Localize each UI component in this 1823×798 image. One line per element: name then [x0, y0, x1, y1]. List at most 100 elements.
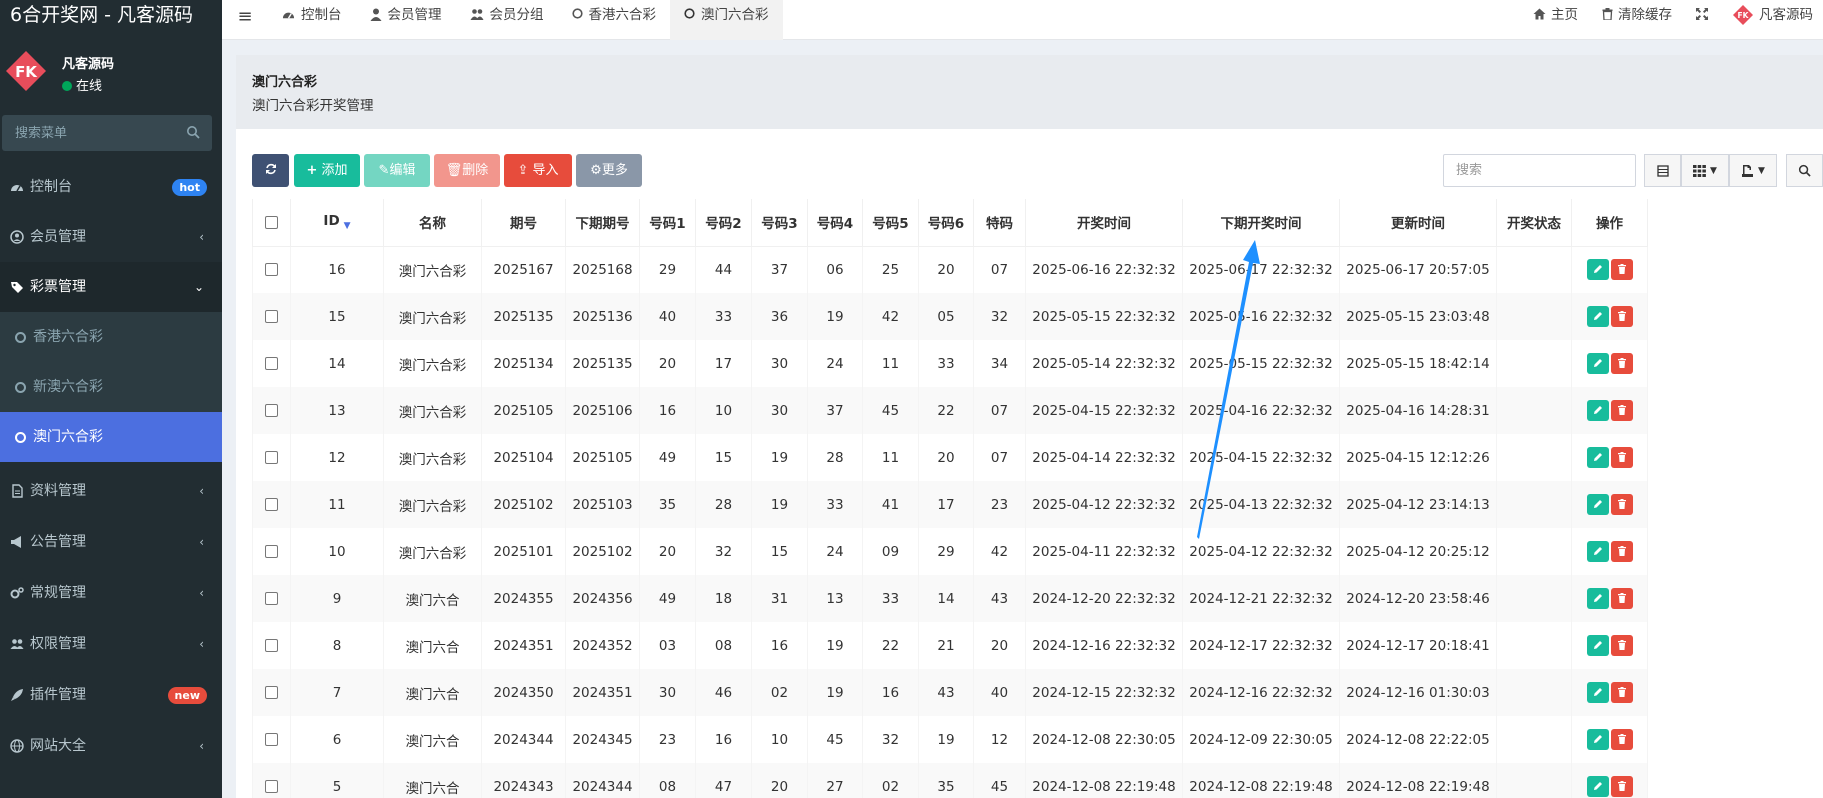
- select-all-checkbox[interactable]: [265, 215, 278, 229]
- user-menu[interactable]: FK 凡客源码: [1720, 0, 1823, 40]
- row-select-cell[interactable]: [252, 528, 291, 575]
- row-edit-button[interactable]: [1586, 353, 1609, 374]
- row-delete-button[interactable]: [1610, 729, 1633, 750]
- row-edit-button[interactable]: [1586, 729, 1609, 750]
- table-row[interactable]: 10 澳门六合彩 2025101 2025102 20 32 15 24 09 29 42 2025-…: [252, 528, 1648, 575]
- column-header[interactable]: ID ▼: [290, 199, 384, 247]
- table-row[interactable]: 8 澳门六合 2024351 2024352 03 08 16 19 22 21 20 2024-12…: [252, 622, 1648, 669]
- row-checkbox[interactable]: [265, 545, 278, 558]
- table-row[interactable]: 6 澳门六合 2024344 2024345 23 16 10 45 32 19 12 2024-12…: [252, 716, 1648, 763]
- row-delete-button[interactable]: [1610, 306, 1633, 327]
- row-edit-button[interactable]: [1586, 682, 1609, 703]
- tab-dashboard[interactable]: 控制台: [268, 0, 356, 40]
- row-delete-button[interactable]: [1610, 588, 1633, 609]
- menu-search-input[interactable]: [2, 115, 172, 151]
- table-row[interactable]: 12 澳门六合彩 2025104 2025105 49 15 19 28 11 20 07 2025-…: [252, 434, 1648, 481]
- columns-dropdown-button[interactable]: ▼: [1681, 154, 1729, 187]
- sidebar-item-general[interactable]: 常规管理 ‹: [0, 568, 222, 619]
- table-row[interactable]: 11 澳门六合彩 2025102 2025103 35 28 19 33 41 17 23 2025-…: [252, 481, 1648, 528]
- submenu-item-hk[interactable]: 香港六合彩: [0, 312, 222, 362]
- row-checkbox[interactable]: [265, 310, 278, 323]
- row-select-cell[interactable]: [252, 622, 291, 669]
- search-button[interactable]: [1786, 154, 1823, 187]
- table-row[interactable]: 13 澳门六合彩 2025105 2025106 16 10 30 37 45 22 07 2025-…: [252, 387, 1648, 434]
- clear-cache-button[interactable]: 清除缓存: [1590, 0, 1684, 40]
- tab-members[interactable]: 会员管理: [356, 0, 456, 40]
- row-select-cell[interactable]: [252, 669, 291, 716]
- delete-button[interactable]: 🗑删除: [434, 154, 500, 187]
- row-select-cell[interactable]: [252, 246, 291, 293]
- table-row[interactable]: 14 澳门六合彩 2025134 2025135 20 17 30 24 11 33 34 2025-…: [252, 340, 1648, 387]
- row-delete-button[interactable]: [1610, 259, 1633, 281]
- tab-hk-lottery[interactable]: 香港六合彩: [558, 0, 671, 40]
- row-edit-button[interactable]: [1586, 447, 1609, 468]
- row-checkbox[interactable]: [265, 686, 278, 699]
- row-delete-button[interactable]: [1610, 353, 1633, 374]
- row-edit-button[interactable]: [1586, 776, 1609, 797]
- sidebar-item-lottery[interactable]: 彩票管理 ⌄: [0, 262, 222, 312]
- row-edit-button[interactable]: [1586, 635, 1609, 656]
- row-select-cell[interactable]: [252, 340, 291, 387]
- submenu-item-macau[interactable]: 澳门六合彩: [0, 412, 222, 462]
- sort-desc-icon[interactable]: ▼: [344, 221, 351, 231]
- row-checkbox[interactable]: [265, 357, 278, 370]
- export-dropdown-button[interactable]: ▼: [1729, 154, 1777, 187]
- menu-toggle-icon[interactable]: ≡: [222, 0, 268, 40]
- row-delete-button[interactable]: [1610, 635, 1633, 656]
- search-icon[interactable]: [186, 125, 200, 139]
- row-delete-button[interactable]: [1610, 400, 1633, 421]
- row-edit-button[interactable]: [1586, 494, 1609, 515]
- sidebar-item-dashboard[interactable]: 控制台 hot: [0, 162, 222, 212]
- row-checkbox[interactable]: [265, 404, 278, 417]
- row-checkbox[interactable]: [265, 639, 278, 652]
- row-select-cell[interactable]: [252, 293, 291, 340]
- select-all-cell[interactable]: [252, 199, 291, 247]
- row-select-cell[interactable]: [252, 387, 291, 434]
- row-edit-button[interactable]: [1586, 400, 1609, 421]
- row-delete-button[interactable]: [1610, 541, 1633, 562]
- row-checkbox[interactable]: [265, 451, 278, 464]
- sidebar-item-permission[interactable]: 权限管理 ‹: [0, 619, 222, 670]
- brand-title[interactable]: 6合开奖网 - 凡客源码: [0, 0, 222, 33]
- toggle-view-button[interactable]: [1644, 154, 1681, 187]
- row-select-cell[interactable]: [252, 434, 291, 481]
- row-edit-button[interactable]: [1586, 259, 1609, 281]
- row-checkbox[interactable]: [265, 780, 278, 793]
- row-select-cell[interactable]: [252, 575, 291, 622]
- add-button[interactable]: + 添加: [294, 154, 360, 187]
- tab-macau-lottery[interactable]: 澳门六合彩: [670, 0, 783, 40]
- row-select-cell[interactable]: [252, 481, 291, 528]
- refresh-button[interactable]: [252, 154, 289, 187]
- table-row[interactable]: 9 澳门六合 2024355 2024356 49 18 31 13 33 14 43 2024-12…: [252, 575, 1648, 622]
- table-row[interactable]: 15 澳门六合彩 2025135 2025136 40 33 36 19 42 05 32 2025-…: [252, 293, 1648, 340]
- table-row[interactable]: 16 澳门六合彩 2025167 2025168 29 44 37 06 25 20 07 2025-…: [252, 246, 1648, 293]
- import-button[interactable]: ⇪ 导入: [504, 154, 572, 187]
- row-delete-button[interactable]: [1610, 776, 1633, 797]
- tab-member-groups[interactable]: 会员分组: [456, 0, 558, 40]
- row-select-cell[interactable]: [252, 716, 291, 763]
- row-checkbox[interactable]: [265, 263, 278, 277]
- row-delete-button[interactable]: [1610, 682, 1633, 703]
- sidebar-item-websites[interactable]: 网站大全 ‹: [0, 721, 222, 772]
- edit-button[interactable]: ✎编辑: [364, 154, 430, 187]
- fullscreen-button[interactable]: [1684, 0, 1720, 40]
- table-row[interactable]: 5 澳门六合 2024343 2024344 08 47 20 27 02 35 45 2024-12…: [252, 763, 1648, 798]
- more-button[interactable]: ⚙更多: [576, 154, 642, 187]
- row-checkbox[interactable]: [265, 592, 278, 605]
- row-edit-button[interactable]: [1586, 306, 1609, 327]
- table-search-input[interactable]: [1443, 154, 1636, 187]
- row-edit-button[interactable]: [1586, 541, 1609, 562]
- submenu-item-new-macau[interactable]: 新澳六合彩: [0, 362, 222, 412]
- sidebar-item-data[interactable]: 资料管理 ‹: [0, 466, 222, 517]
- sidebar-item-members[interactable]: 会员管理 ‹: [0, 212, 222, 262]
- row-edit-button[interactable]: [1586, 588, 1609, 609]
- row-delete-button[interactable]: [1610, 447, 1633, 468]
- sidebar-item-notice[interactable]: 公告管理 ‹: [0, 517, 222, 568]
- row-select-cell[interactable]: [252, 763, 291, 798]
- sidebar-item-plugins[interactable]: 插件管理 new: [0, 670, 222, 721]
- row-delete-button[interactable]: [1610, 494, 1633, 515]
- row-checkbox[interactable]: [265, 733, 278, 746]
- table-row[interactable]: 7 澳门六合 2024350 2024351 30 46 02 19 16 43 40 2024-12…: [252, 669, 1648, 716]
- home-link[interactable]: 主页: [1521, 0, 1590, 40]
- row-checkbox[interactable]: [265, 498, 278, 511]
